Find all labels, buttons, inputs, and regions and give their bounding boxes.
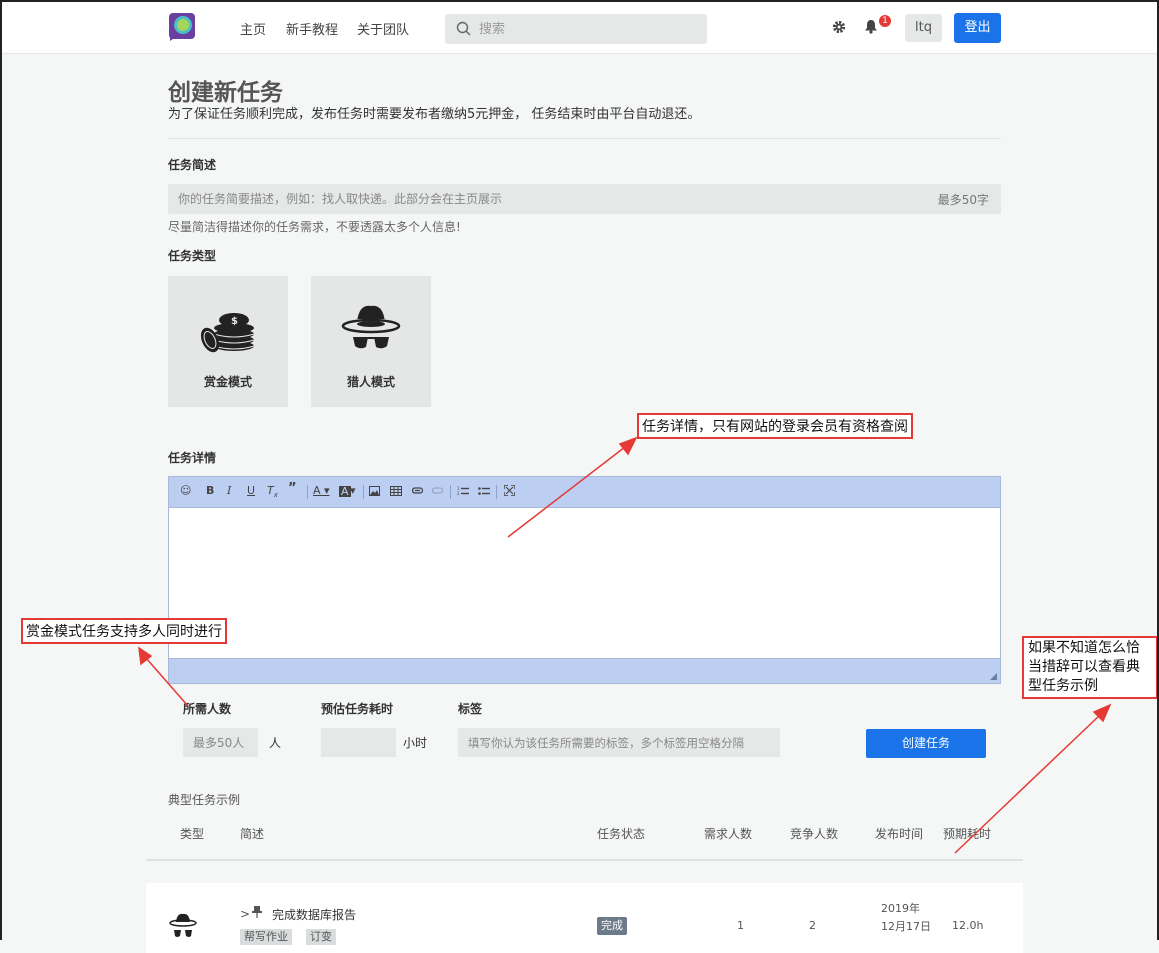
- image-icon[interactable]: [369, 486, 380, 496]
- bg-color-dropdown-icon[interactable]: ▾: [350, 484, 356, 497]
- divider: [168, 138, 1001, 139]
- annotation-examples-line1: 如果不知道怎么恰: [1028, 640, 1140, 656]
- column-header-duration: 预期耗时: [943, 827, 992, 841]
- table-header-divider: [146, 859, 1023, 861]
- tags-label: 标签: [458, 702, 483, 716]
- row-tag[interactable]: 订变: [306, 929, 336, 945]
- details-editor: ☺ B I U Tx ” A ▾ A ▾ 12: [168, 476, 1001, 684]
- hat-sunglasses-icon: [341, 305, 401, 349]
- unordered-list-icon[interactable]: [478, 486, 490, 496]
- row-duration: 12.0h: [952, 919, 984, 932]
- logo-icon[interactable]: [168, 12, 196, 42]
- clear-format-icon[interactable]: Tx: [267, 484, 278, 499]
- hunter-type-icon: [169, 913, 197, 937]
- summary-field: 最多50字: [168, 184, 1001, 214]
- column-header-summary: 简述: [240, 827, 265, 841]
- row-date-year: 2019年: [881, 902, 920, 915]
- quote-icon[interactable]: ”: [288, 481, 297, 496]
- logout-button[interactable]: 登出: [954, 13, 1001, 43]
- column-header-status: 任务状态: [597, 827, 646, 841]
- row-title[interactable]: 完成数据库报告: [272, 906, 356, 923]
- bold-icon[interactable]: B: [206, 484, 214, 497]
- search-input[interactable]: [479, 14, 699, 44]
- task-type-bounty-label: 赏金模式: [203, 375, 252, 389]
- task-type-label: 任务类型: [168, 249, 217, 263]
- editor-content-area[interactable]: [169, 508, 1000, 659]
- emoji-icon[interactable]: ☺: [180, 484, 191, 497]
- nav-home-link[interactable]: 主页: [240, 19, 266, 38]
- pin-icon: [252, 906, 262, 918]
- time-unit: 小时: [403, 736, 428, 750]
- annotation-bounty: 赏金模式任务支持多人同时进行: [21, 618, 227, 644]
- time-input[interactable]: [321, 728, 396, 757]
- annotation-examples-line2: 当措辞可以查看典: [1028, 659, 1140, 675]
- people-unit: 人: [269, 736, 282, 750]
- svg-text:$: $: [231, 316, 238, 327]
- user-button[interactable]: ltq: [905, 14, 942, 42]
- editor-toolbar: ☺ B I U Tx ” A ▾ A ▾ 12: [169, 477, 1000, 508]
- font-color-icon[interactable]: A ▾: [313, 484, 330, 497]
- summary-max-length: 最多50字: [937, 193, 989, 207]
- annotation-examples: 如果不知道怎么恰 当措辞可以查看典 型任务示例: [1022, 636, 1158, 699]
- summary-label: 任务简述: [168, 158, 217, 172]
- row-tag[interactable]: 帮写作业: [240, 929, 292, 945]
- svg-text:2: 2: [457, 491, 460, 496]
- column-header-required: 需求人数: [704, 827, 753, 841]
- bg-color-icon[interactable]: A: [339, 486, 351, 497]
- unlink-icon[interactable]: [432, 487, 443, 494]
- column-header-date: 发布时间: [875, 827, 924, 841]
- annotation-examples-line3: 型任务示例: [1028, 678, 1098, 694]
- row-required-count: 1: [737, 919, 744, 932]
- resize-handle-icon[interactable]: [990, 673, 997, 680]
- row-competing-count: 2: [809, 919, 816, 932]
- search-icon: [456, 21, 471, 36]
- nav-about-link[interactable]: 关于团队: [357, 19, 409, 38]
- task-type-hunter-label: 猎人模式: [346, 375, 395, 389]
- summary-input[interactable]: [178, 184, 918, 214]
- toolbar-separator: [307, 485, 308, 499]
- summary-hint: 尽量简洁得描述你的任务需求，不要透露太多个人信息!: [168, 220, 461, 234]
- notification-badge: 1: [879, 15, 891, 27]
- bell-icon[interactable]: [864, 19, 878, 34]
- column-header-competing: 竞争人数: [790, 827, 839, 841]
- page-subtitle: 为了保证任务顺利完成，发布任务时需要发布者缴纳5元押金， 任务结束时由平台自动退…: [168, 107, 701, 122]
- row-expand-icon[interactable]: >: [240, 907, 250, 921]
- time-label: 预估任务耗时: [321, 702, 394, 716]
- underline-icon[interactable]: U: [247, 484, 255, 497]
- details-label: 任务详情: [168, 451, 217, 465]
- tags-input[interactable]: [458, 728, 780, 757]
- people-label: 所需人数: [183, 702, 232, 716]
- ordered-list-icon[interactable]: 12: [457, 486, 469, 496]
- people-input[interactable]: [183, 728, 258, 757]
- search-box: [445, 14, 707, 44]
- task-type-hunter[interactable]: 猎人模式: [311, 276, 431, 407]
- toolbar-separator: [496, 485, 497, 499]
- examples-title: 典型任务示例: [168, 793, 241, 807]
- editor-statusbar: [169, 658, 1000, 683]
- italic-icon[interactable]: I: [227, 484, 231, 497]
- toolbar-separator: [450, 485, 451, 499]
- gear-icon[interactable]: [832, 20, 846, 34]
- table-icon[interactable]: [390, 486, 402, 496]
- fullscreen-icon[interactable]: [504, 485, 515, 496]
- column-header-type: 类型: [180, 827, 205, 841]
- top-navbar: 主页 新手教程 关于团队 1 ltq 登出: [0, 0, 1159, 54]
- page-title: 创建新任务: [168, 80, 283, 106]
- link-icon[interactable]: [412, 487, 423, 494]
- status-badge: 完成: [597, 917, 627, 935]
- nav-tutorial-link[interactable]: 新手教程: [286, 19, 338, 38]
- task-type-bounty[interactable]: $ 赏金模式: [168, 276, 288, 407]
- create-task-button[interactable]: 创建任务: [866, 729, 986, 758]
- coins-icon: $: [200, 313, 255, 353]
- row-date-day: 12月17日: [881, 920, 931, 933]
- annotation-details: 任务详情，只有网站的登录会员有资格查阅: [637, 413, 913, 439]
- toolbar-separator: [363, 485, 364, 499]
